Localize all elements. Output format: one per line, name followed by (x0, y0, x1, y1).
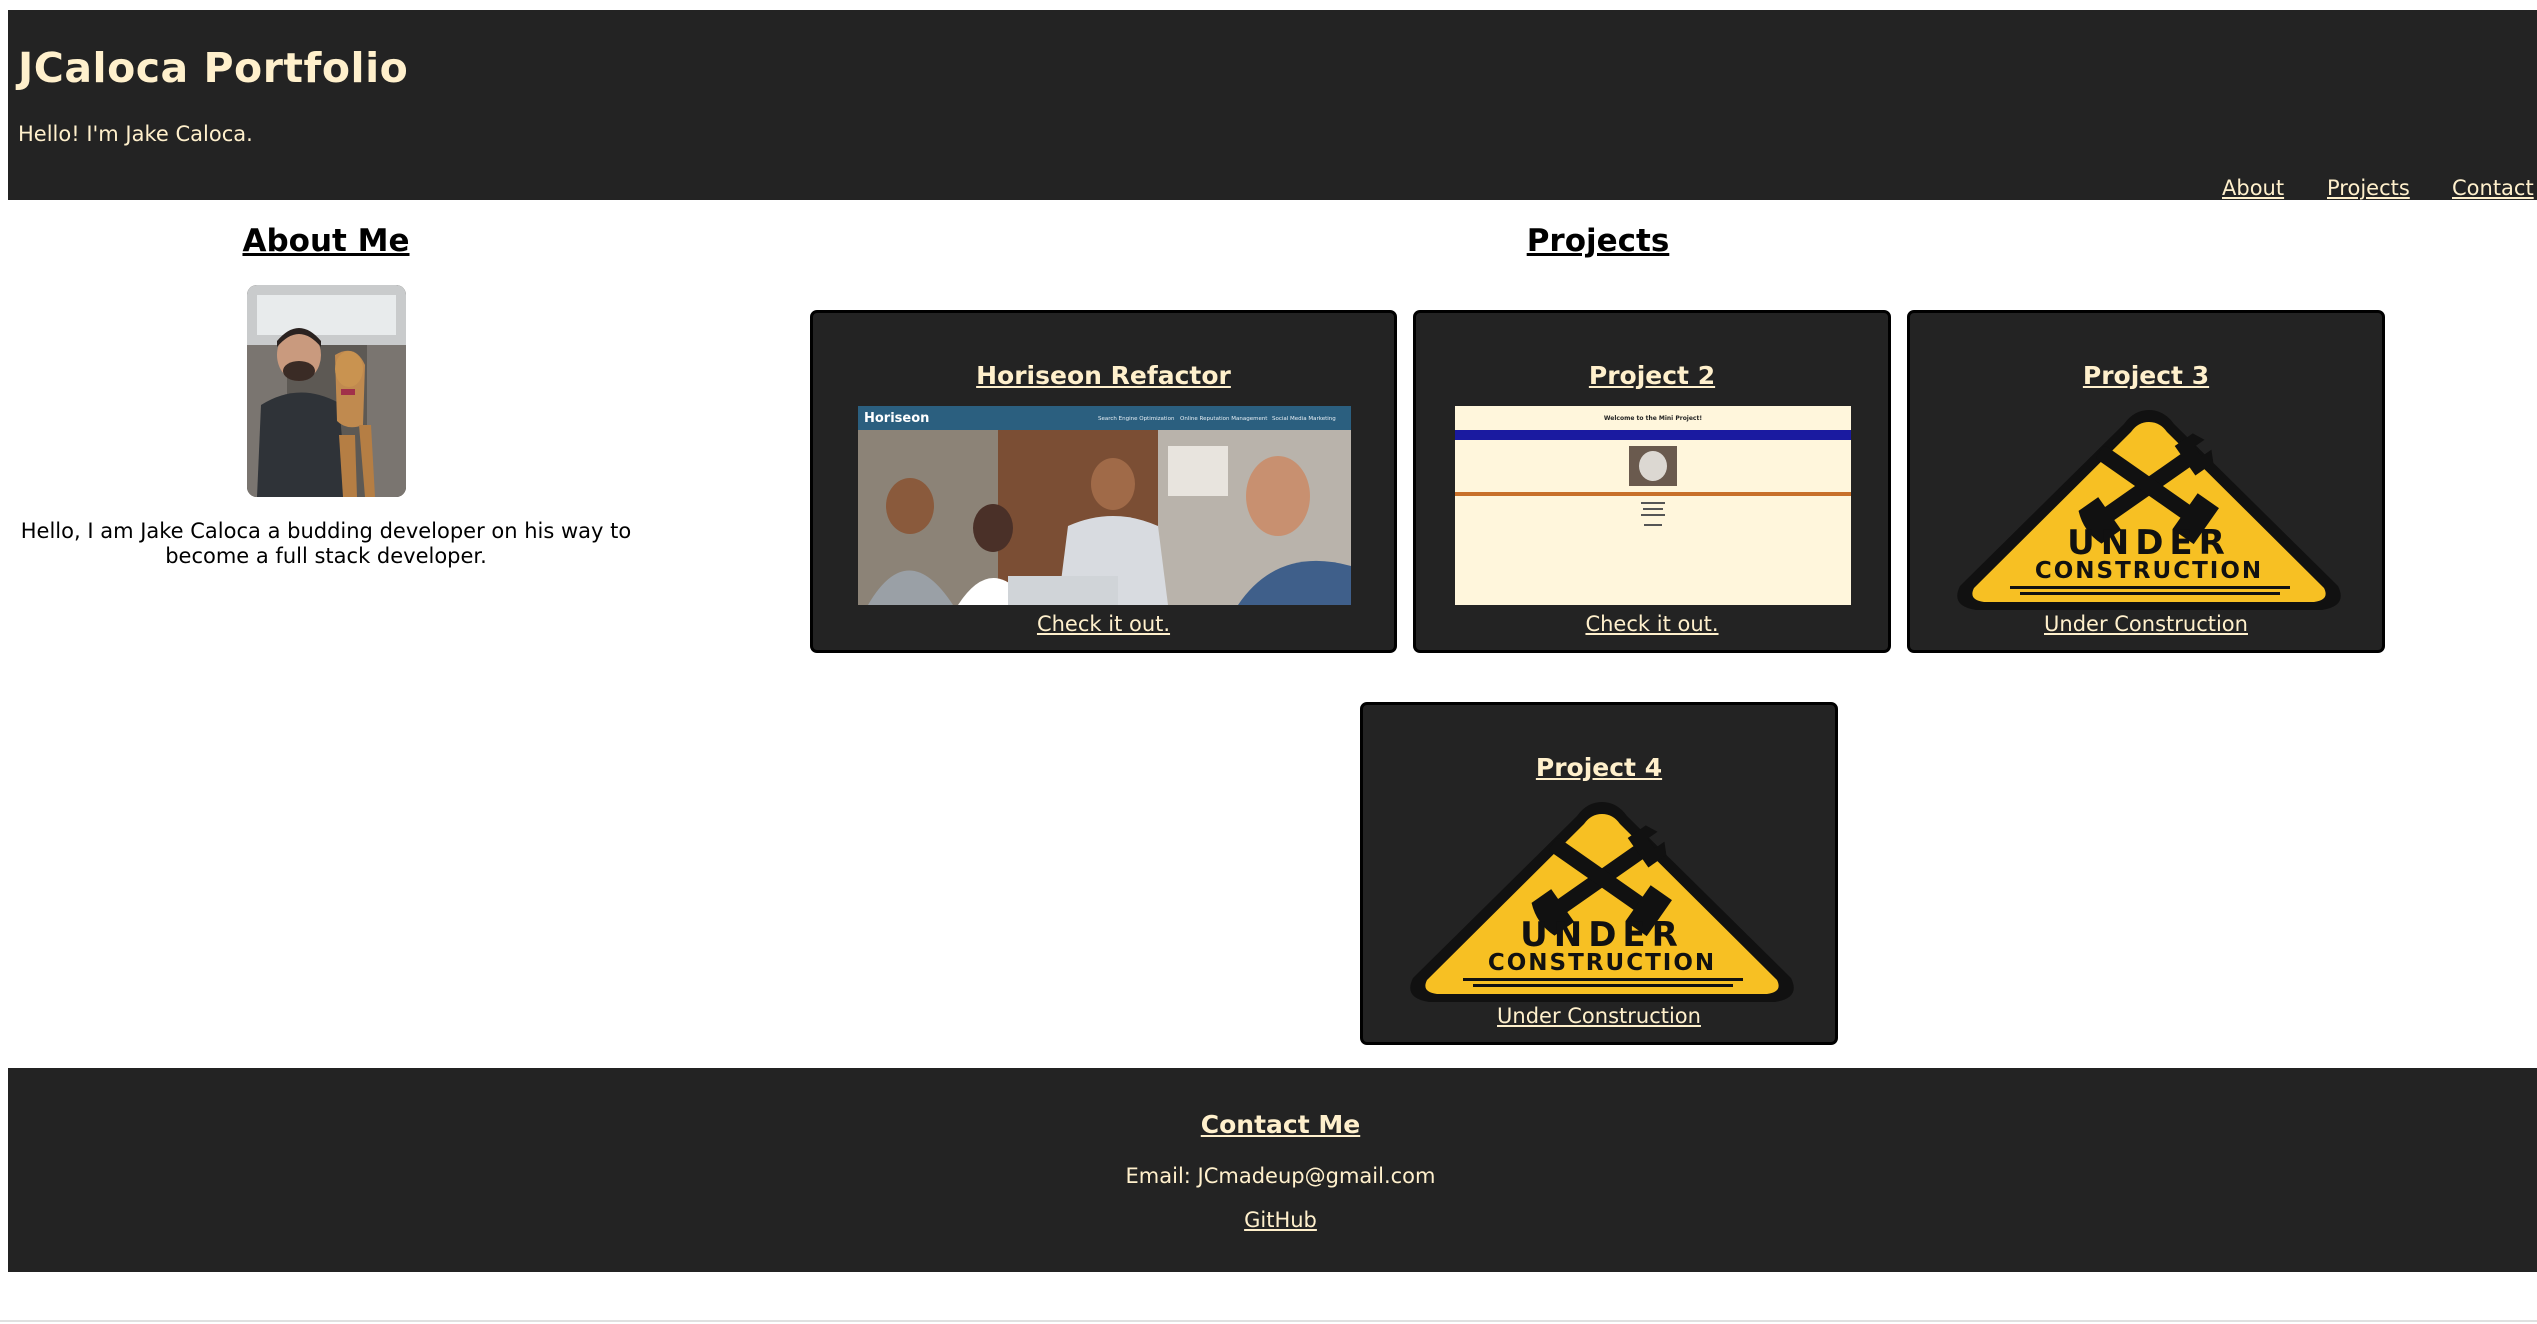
project-card-2: Project 2 Welcome to the Mini Project! C… (1413, 310, 1891, 653)
contact-email: Email: JCmadeup@gmail.com (1125, 1164, 1436, 1188)
horiseon-nav-seo: Search Engine Optimization (1098, 416, 1175, 422)
contact-heading: Contact Me (1200, 1110, 1361, 1139)
sign-construction-text: CONSTRUCTION (2035, 558, 2263, 584)
project2-thumbnail-image: Welcome to the Mini Project! (1455, 406, 1851, 605)
horiseon-brand: Horiseon (864, 411, 929, 426)
project-card-3: Project 3 UNDER CONSTRUCTION Under Const… (1907, 310, 2385, 653)
projects-heading: Projects (1526, 223, 1670, 259)
nav-contact-link[interactable]: Contact (2452, 176, 2534, 200)
site-subtitle: Hello! I'm Jake Caloca. (18, 122, 253, 146)
horiseon-thumbnail-image: Horiseon Search Engine Optimization Onli… (858, 406, 1351, 605)
profile-photo (247, 285, 406, 497)
horiseon-nav-smm: Social Media Marketing (1272, 416, 1336, 422)
under-construction-icon: UNDER CONSTRUCTION (1410, 802, 1794, 1002)
project-title-horiseon[interactable]: Horiseon Refactor (813, 361, 1394, 390)
horiseon-link[interactable]: Check it out. (813, 612, 1394, 636)
profile-photo-image (247, 285, 406, 497)
under-construction-icon: UNDER CONSTRUCTION (1957, 410, 2341, 610)
project4-link[interactable]: Under Construction (1363, 1004, 1835, 1028)
project2-screenshot[interactable]: Welcome to the Mini Project! (1455, 406, 1851, 605)
about-description: Hello, I am Jake Caloca a budding develo… (20, 519, 632, 568)
project-title-2[interactable]: Project 2 (1416, 361, 1888, 390)
github-link[interactable]: GitHub (8, 1208, 2537, 1232)
page-bottom-divider (0, 1320, 2537, 1322)
main-nav: About Projects Contact (8, 176, 2537, 206)
project-card-horiseon: Horiseon Refactor Horiseon Search Engine… (810, 310, 1397, 653)
top-margin (0, 0, 2537, 10)
horiseon-screenshot[interactable]: Horiseon Search Engine Optimization Onli… (858, 406, 1351, 605)
under-construction-sign: UNDER CONSTRUCTION (1403, 798, 1801, 1003)
project2-page-heading: Welcome to the Mini Project! (1604, 415, 1702, 422)
project-card-4: Project 4 UNDER CONSTRUCTION Under Const… (1360, 702, 1838, 1045)
site-title: JCaloca Portfolio (18, 44, 409, 92)
sign-under-text: UNDER (1520, 915, 1684, 955)
project3-link[interactable]: Under Construction (1910, 612, 2382, 636)
under-construction-sign: UNDER CONSTRUCTION (1950, 406, 2348, 611)
project-title-3[interactable]: Project 3 (1910, 361, 2382, 390)
sign-under-text: UNDER (2067, 523, 2231, 563)
site-footer: Contact Me Email: JCmadeup@gmail.com Git… (8, 1068, 2537, 1272)
sign-construction-text: CONSTRUCTION (1488, 950, 1716, 976)
nav-about-link[interactable]: About (2222, 176, 2284, 200)
nav-projects-link[interactable]: Projects (2327, 176, 2410, 200)
site-header: JCaloca Portfolio Hello! I'm Jake Caloca… (8, 10, 2537, 200)
project2-link[interactable]: Check it out. (1416, 612, 1888, 636)
horiseon-nav-orm: Online Reputation Management (1180, 416, 1268, 422)
about-heading: About Me (242, 223, 410, 259)
project-title-4[interactable]: Project 4 (1363, 753, 1835, 782)
